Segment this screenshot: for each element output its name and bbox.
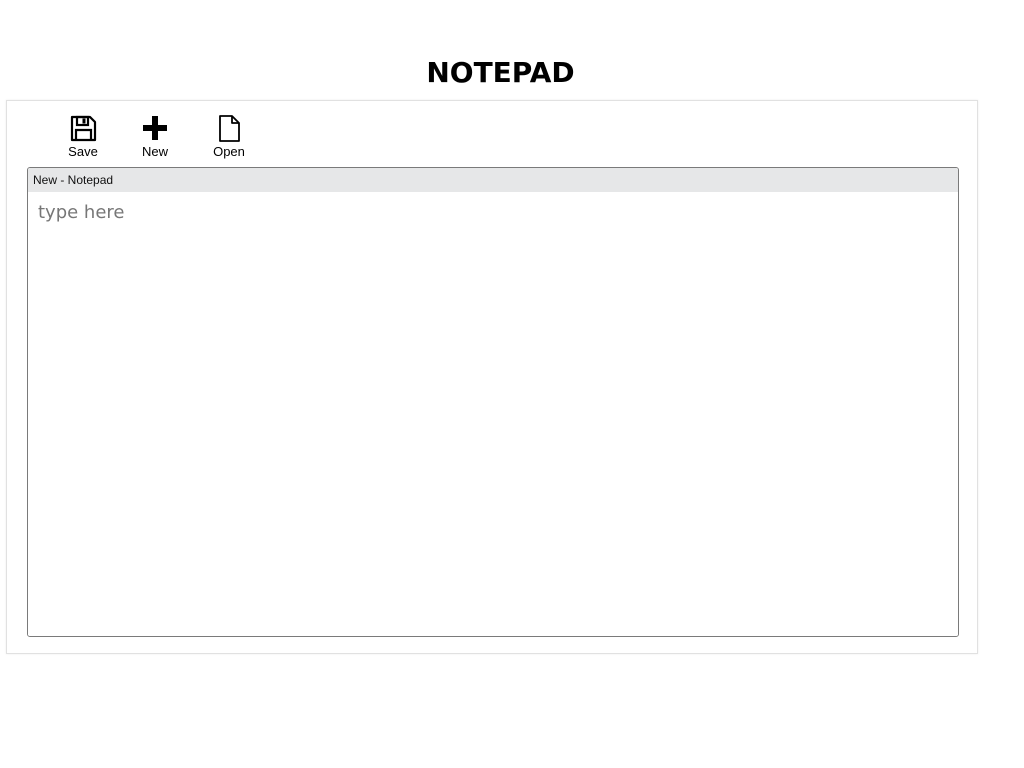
save-label: Save — [68, 144, 98, 159]
editor-window: New - Notepad — [27, 167, 959, 637]
open-label: Open — [213, 144, 245, 159]
new-label: New — [141, 144, 168, 159]
document-icon — [219, 115, 240, 142]
new-button[interactable]: New — [130, 113, 180, 159]
floppy-disk-icon — [70, 115, 97, 142]
toolbar: Save New Open — [7, 101, 977, 161]
save-button[interactable]: Save — [58, 113, 108, 159]
notepad-panel: Save New Open New - Notepad — [6, 100, 978, 654]
plus-icon — [143, 116, 167, 140]
editor-textarea[interactable] — [28, 192, 958, 636]
page-title: NOTEPAD — [426, 56, 575, 89]
open-button[interactable]: Open — [204, 113, 254, 159]
editor-title-bar: New - Notepad — [28, 168, 958, 192]
